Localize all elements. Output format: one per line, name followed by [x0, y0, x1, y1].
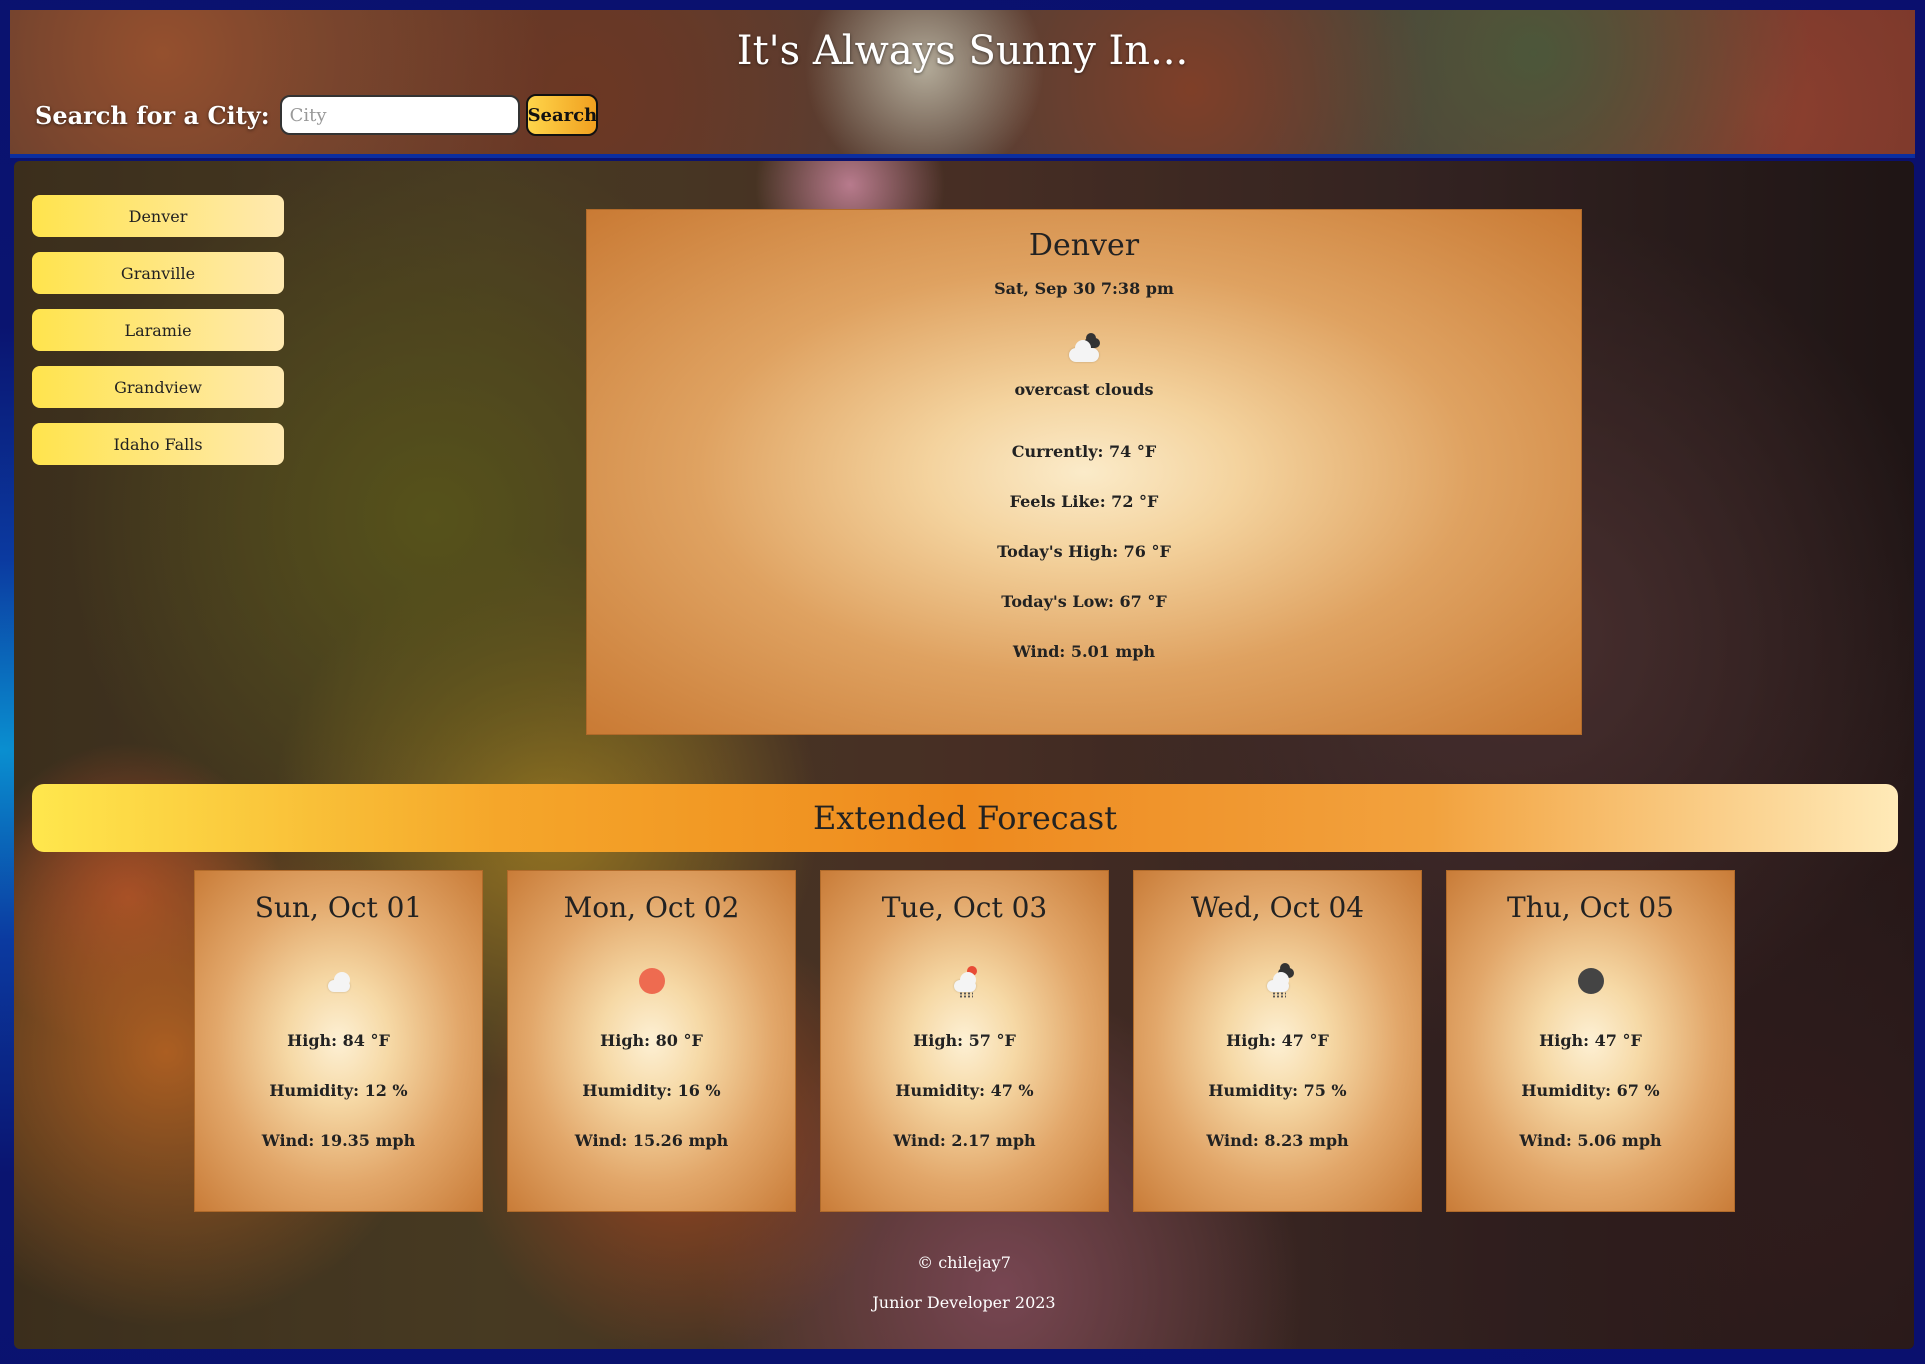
forecast-humidity: Humidity: 67 %: [1521, 1081, 1660, 1100]
forecast-date: Sun, Oct 01: [254, 891, 423, 924]
forecast-wind: Wind: 2.17 mph: [893, 1131, 1036, 1150]
forecast-humidity: Humidity: 16 %: [582, 1081, 721, 1100]
current-weather-card: Denver Sat, Sep 30 7:38 pm overcast clou…: [586, 209, 1582, 735]
history-city-button[interactable]: Laramie: [32, 309, 284, 351]
history-city-button[interactable]: Granville: [32, 252, 284, 294]
forecast-humidity: Humidity: 75 %: [1208, 1081, 1347, 1100]
forecast-date: Wed, Oct 04: [1190, 891, 1365, 924]
overcast-clouds-icon: [1064, 333, 1104, 364]
footer-copyright: © chilejay7: [917, 1253, 1011, 1272]
current-city-name: Denver: [1028, 228, 1140, 263]
forecast-high: High: 84 °F: [287, 1031, 390, 1050]
forecast-wind: Wind: 5.06 mph: [1519, 1131, 1662, 1150]
sun-icon: [632, 964, 672, 998]
forecast-high: High: 47 °F: [1539, 1031, 1642, 1050]
current-temperature: Currently: 74 °F: [1011, 442, 1157, 461]
search-bar: Search for a City: Search: [35, 94, 598, 136]
todays-high: Today's High: 76 °F: [997, 542, 1171, 561]
search-button[interactable]: Search: [525, 94, 598, 136]
forecast-card: Wed, Oct 04 High: 47 °F Humidity: 75 % W…: [1133, 870, 1422, 1212]
cloud-icon: [319, 964, 359, 998]
rain-sun-icon: [945, 964, 985, 998]
forecast-high: High: 80 °F: [600, 1031, 703, 1050]
forecast-high: High: 57 °F: [913, 1031, 1016, 1050]
todays-low: Today's Low: 67 °F: [1001, 592, 1167, 611]
forecast-date: Tue, Oct 03: [881, 891, 1048, 924]
history-city-button[interactable]: Grandview: [32, 366, 284, 408]
forecast-humidity: Humidity: 47 %: [895, 1081, 1034, 1100]
site-header: It's Always Sunny In... Search for a Cit…: [10, 10, 1915, 158]
current-datetime: Sat, Sep 30 7:38 pm: [994, 279, 1174, 298]
site-footer: © chilejay7 Junior Developer 2023: [14, 1243, 1914, 1323]
rain-night-icon: [1258, 963, 1298, 998]
main-content: Denver Granville Laramie Grandview Idaho…: [14, 161, 1914, 1349]
extended-forecast-heading: Extended Forecast: [32, 784, 1898, 852]
forecast-date: Mon, Oct 02: [563, 891, 740, 924]
forecast-wind: Wind: 19.35 mph: [261, 1131, 416, 1150]
wind-speed: Wind: 5.01 mph: [1012, 642, 1156, 661]
forecast-high: High: 47 °F: [1226, 1031, 1329, 1050]
search-label: Search for a City:: [35, 100, 270, 130]
feels-like: Feels Like: 72 °F: [1009, 492, 1159, 511]
weather-description: overcast clouds: [1014, 380, 1154, 399]
moon-icon: [1571, 964, 1611, 998]
city-search-input[interactable]: [279, 95, 520, 135]
forecast-wind: Wind: 15.26 mph: [574, 1131, 729, 1150]
forecast-card: Tue, Oct 03 High: 57 °F Humidity: 47 % W…: [820, 870, 1109, 1212]
forecast-date: Thu, Oct 05: [1507, 891, 1674, 924]
site-title: It's Always Sunny In...: [736, 28, 1189, 74]
footer-tagline: Junior Developer 2023: [872, 1293, 1056, 1312]
history-city-button[interactable]: Denver: [32, 195, 284, 237]
forecast-card: Sun, Oct 01 High: 84 °F Humidity: 12 % W…: [194, 870, 483, 1212]
forecast-cards: Sun, Oct 01 High: 84 °F Humidity: 12 % W…: [194, 870, 1754, 1212]
forecast-card: Mon, Oct 02 High: 80 °F Humidity: 16 % W…: [507, 870, 796, 1212]
search-history: Denver Granville Laramie Grandview Idaho…: [32, 195, 284, 480]
forecast-humidity: Humidity: 12 %: [269, 1081, 408, 1100]
forecast-wind: Wind: 8.23 mph: [1206, 1131, 1349, 1150]
forecast-card: Thu, Oct 05 High: 47 °F Humidity: 67 % W…: [1446, 870, 1735, 1212]
history-city-button[interactable]: Idaho Falls: [32, 423, 284, 465]
